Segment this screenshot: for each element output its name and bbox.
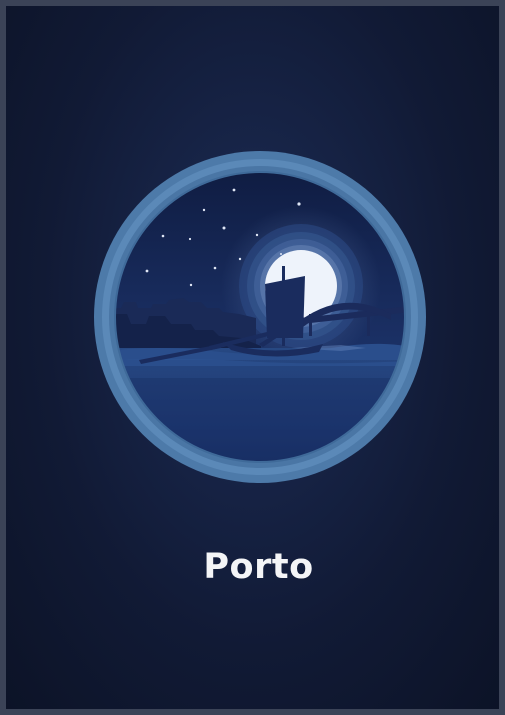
porthole-illustration xyxy=(94,151,426,483)
porthole-emblem xyxy=(91,148,429,486)
city-title: Porto xyxy=(203,547,314,587)
night-scene xyxy=(115,172,405,462)
poster: Porto xyxy=(0,0,505,715)
